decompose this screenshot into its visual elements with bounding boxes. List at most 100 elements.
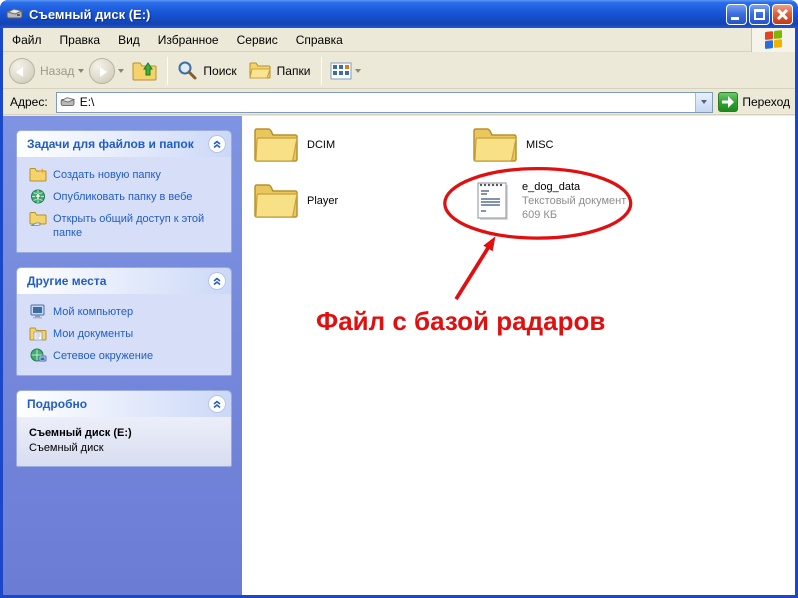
- address-value[interactable]: E:\: [80, 95, 696, 109]
- window-title: Съемный диск (E:): [29, 6, 151, 22]
- disk-icon: [60, 97, 76, 106]
- views-dropdown-icon[interactable]: [355, 68, 362, 76]
- link-network-places[interactable]: Сетевое окружение: [29, 348, 225, 363]
- file-size: 609 КБ: [522, 209, 558, 221]
- folder-name: DCIM: [307, 139, 336, 151]
- address-label: Адрес:: [10, 95, 48, 109]
- folders-icon: [249, 62, 271, 78]
- maximize-button[interactable]: [749, 3, 770, 25]
- panel-body: Создать новую папку Опубликовать папку в…: [17, 157, 231, 252]
- up-button[interactable]: [127, 57, 163, 85]
- task-label: Открыть общий доступ к этой папке: [53, 213, 205, 239]
- my-documents-icon: [29, 327, 47, 341]
- forward-button[interactable]: [89, 57, 116, 84]
- panel-details-header[interactable]: Подробно: [17, 391, 231, 417]
- menu-tools[interactable]: Сервис: [228, 30, 287, 50]
- views-icon: [330, 62, 352, 79]
- task-label: Мой компьютер: [53, 306, 134, 318]
- folders-label: Папки: [276, 63, 311, 78]
- menu-favorites[interactable]: Избранное: [149, 30, 228, 50]
- folder-name: Player: [307, 195, 339, 207]
- collapse-button[interactable]: [208, 395, 226, 413]
- search-icon: [178, 61, 197, 79]
- search-label: Поиск: [203, 63, 237, 78]
- panel-other-places-header[interactable]: Другие места: [17, 268, 231, 294]
- annotation-text: Файл с базой радаров: [316, 306, 606, 336]
- menu-file[interactable]: Файл: [3, 30, 51, 50]
- panel-title: Подробно: [27, 397, 88, 411]
- task-label: Создать новую папку: [53, 169, 161, 181]
- forward-dropdown-icon[interactable]: [118, 68, 125, 76]
- task-share-folder[interactable]: Открыть общий доступ к этой папке: [29, 211, 225, 240]
- menu-edit[interactable]: Правка: [51, 30, 110, 50]
- network-places-icon: [30, 348, 47, 362]
- details-drive-name: Съемный диск (E:): [29, 427, 132, 439]
- views-button[interactable]: [326, 60, 368, 82]
- panel-title: Задачи для файлов и папок: [27, 137, 194, 151]
- task-pane-sidebar: Задачи для файлов и папок Создать новую …: [3, 116, 242, 595]
- share-folder-icon: [29, 212, 47, 226]
- chevron-up-icon: [213, 277, 221, 286]
- go-label: Переход: [742, 95, 790, 109]
- details-drive-type: Съемный диск: [29, 442, 104, 454]
- folders-button[interactable]: Папки: [244, 59, 318, 83]
- task-create-folder[interactable]: Создать новую папку: [29, 167, 225, 182]
- close-button[interactable]: [772, 3, 793, 25]
- panel-title: Другие места: [27, 274, 107, 288]
- my-computer-icon: [30, 304, 45, 319]
- collapse-button[interactable]: [208, 135, 226, 153]
- title-bar[interactable]: Съемный диск (E:): [0, 0, 798, 28]
- file-type: Текстовый документ: [522, 195, 627, 207]
- go-button[interactable]: [718, 92, 739, 112]
- chevron-up-icon: [213, 400, 221, 409]
- toolbar: Назад Поиск Папки: [3, 53, 795, 89]
- folder-icon: [254, 128, 298, 162]
- folder-tile-dcim[interactable]: DCIM: [253, 126, 335, 164]
- file-name: e_dog_data: [522, 181, 581, 193]
- link-my-computer[interactable]: Мой компьютер: [29, 304, 225, 319]
- task-publish-web[interactable]: Опубликовать папку в вебе: [29, 189, 225, 204]
- collapse-button[interactable]: [208, 272, 226, 290]
- folder-tile-player[interactable]: Player: [253, 182, 338, 220]
- file-meta: e_dog_data Текстовый документ 609 КБ: [522, 180, 626, 222]
- new-folder-icon: [29, 168, 47, 182]
- address-input[interactable]: E:\: [55, 91, 714, 113]
- window-body: Файл Правка Вид Избранное Сервис Справка…: [3, 27, 795, 595]
- chevron-up-icon: [213, 140, 221, 149]
- address-dropdown-button[interactable]: [695, 92, 713, 112]
- task-label: Опубликовать папку в вебе: [53, 191, 193, 203]
- back-dropdown-icon[interactable]: [78, 68, 85, 76]
- task-label: Мои документы: [53, 328, 134, 340]
- menu-bar: Файл Правка Вид Избранное Сервис Справка: [3, 27, 795, 52]
- removable-disk-icon: [6, 8, 24, 19]
- windows-logo: [751, 27, 795, 52]
- explorer-window: Съемный диск (E:) Файл Правка Вид Избран…: [0, 0, 798, 598]
- address-bar: Адрес: E:\ Переход: [3, 90, 795, 115]
- window-controls: [726, 3, 793, 25]
- folder-tile-misc[interactable]: MISC: [472, 126, 554, 164]
- panel-body: Съемный диск (E:) Съемный диск: [17, 417, 231, 466]
- up-folder-icon: [132, 61, 157, 80]
- annotation-arrow: [454, 245, 491, 301]
- windows-flag-icon: [764, 29, 783, 50]
- menu-help[interactable]: Справка: [287, 30, 352, 50]
- panel-details: Подробно Съемный диск (E:) Съемный диск: [16, 390, 232, 467]
- panel-body: Мой компьютер Мои документы Сетевое окру…: [17, 294, 231, 375]
- back-label: Назад: [40, 63, 75, 78]
- content-area: Задачи для файлов и папок Создать новую …: [3, 116, 795, 595]
- file-list-area[interactable]: DCIM MISC Player e_dog_data Текстовый до…: [242, 116, 795, 595]
- file-tile-e-dog-data[interactable]: e_dog_data Текстовый документ 609 КБ: [476, 180, 626, 222]
- minimize-button[interactable]: [726, 3, 747, 25]
- text-document-icon: [477, 182, 508, 220]
- back-button[interactable]: [9, 57, 35, 84]
- toolbar-separator: [167, 56, 169, 85]
- link-my-documents[interactable]: Мои документы: [29, 326, 225, 341]
- go-arrow-icon: [722, 96, 735, 108]
- publish-web-icon: [31, 189, 45, 204]
- search-button[interactable]: Поиск: [172, 58, 243, 84]
- panel-file-tasks-header[interactable]: Задачи для файлов и папок: [17, 131, 231, 157]
- folder-icon: [473, 128, 517, 162]
- menu-view[interactable]: Вид: [109, 30, 149, 50]
- task-label: Сетевое окружение: [53, 350, 154, 362]
- toolbar-separator: [321, 56, 323, 85]
